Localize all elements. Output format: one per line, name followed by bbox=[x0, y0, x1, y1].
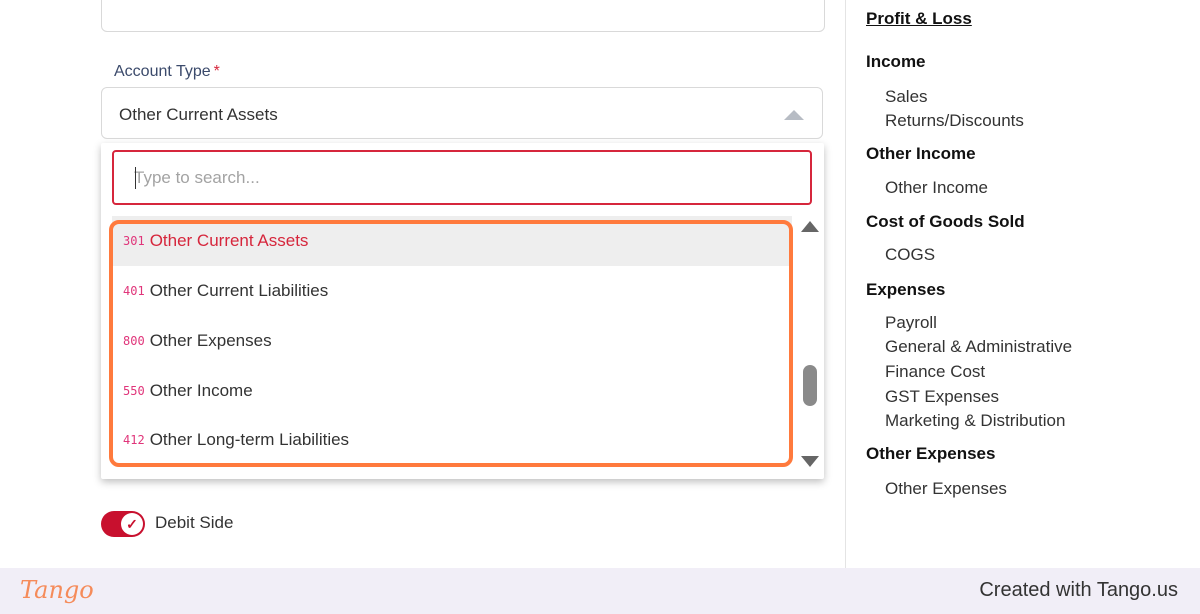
debit-side-label: Debit Side bbox=[155, 513, 234, 532]
section-item: Payroll bbox=[885, 313, 937, 332]
previous-field-input[interactable] bbox=[101, 0, 825, 32]
option-label: Other Long-term Liabilities bbox=[149, 430, 350, 449]
option-label: Other Income bbox=[149, 381, 253, 400]
text-cursor bbox=[135, 167, 136, 189]
account-type-dropdown: 301 Other Current Assets 401 Other Curre… bbox=[101, 143, 824, 479]
section-item: Marketing & Distribution bbox=[885, 411, 1066, 430]
section-item: General & Administrative bbox=[885, 337, 1073, 356]
footer-bar: Tango Created with Tango.us bbox=[0, 568, 1200, 614]
option-code: 412 bbox=[123, 433, 145, 447]
section-heading-other-income: Other Income bbox=[866, 144, 976, 163]
account-type-select[interactable]: Other Current Assets bbox=[101, 87, 823, 139]
section-heading-cogs: Cost of Goods Sold bbox=[866, 212, 1025, 231]
section-item: Other Expenses bbox=[885, 479, 1007, 498]
option-code: 800 bbox=[123, 334, 145, 348]
section-item: Returns/Discounts bbox=[885, 111, 1024, 130]
section-heading-other-expenses: Other Expenses bbox=[866, 444, 996, 463]
option-other-long-term-liabilities[interactable]: 412 Other Long-term Liabilities bbox=[112, 415, 792, 465]
account-type-label: Account Type * bbox=[114, 63, 220, 81]
required-marker: * bbox=[213, 63, 220, 80]
option-label: Other Expenses bbox=[149, 331, 272, 350]
section-heading-expenses: Expenses bbox=[866, 280, 946, 299]
scrollbar-thumb[interactable] bbox=[803, 365, 817, 406]
form-area: Account Type* Other Current Assets 301 O… bbox=[0, 0, 846, 568]
option-label: Other Current Assets bbox=[149, 231, 309, 250]
option-other-expenses[interactable]: 800 Other Expenses bbox=[112, 316, 792, 366]
created-with-text[interactable]: Created with Tango.us bbox=[979, 579, 1178, 602]
tango-logo[interactable]: Tango bbox=[20, 576, 94, 604]
panel-divider bbox=[845, 0, 846, 568]
account-type-label-text: Account Type bbox=[114, 63, 211, 80]
caret-up-icon[interactable] bbox=[784, 110, 804, 120]
account-type-selected-value: Other Current Assets bbox=[119, 105, 278, 124]
debit-side-toggle[interactable]: ✓ bbox=[101, 511, 145, 537]
option-other-current-assets[interactable]: 301 Other Current Assets bbox=[112, 216, 792, 266]
search-input[interactable] bbox=[134, 166, 794, 190]
option-code: 550 bbox=[123, 384, 145, 398]
section-item: Finance Cost bbox=[885, 362, 986, 381]
search-field[interactable] bbox=[112, 150, 812, 205]
scroll-up-arrow-icon[interactable] bbox=[801, 221, 819, 232]
scroll-down-arrow-icon[interactable] bbox=[801, 456, 819, 467]
section-item: COGS bbox=[885, 245, 936, 264]
checkmark-icon: ✓ bbox=[121, 513, 143, 535]
option-other-current-liabilities[interactable]: 401 Other Current Liabilities bbox=[112, 266, 792, 316]
option-other-income[interactable]: 550 Other Income bbox=[112, 366, 792, 416]
section-item: Other Income bbox=[885, 178, 988, 197]
option-code: 301 bbox=[123, 234, 145, 248]
profit-loss-title: Profit & Loss bbox=[866, 9, 972, 28]
section-item: Sales bbox=[885, 87, 928, 106]
section-item: GST Expenses bbox=[885, 387, 1000, 406]
option-label: Other Current Liabilities bbox=[149, 281, 329, 300]
options-list: 301 Other Current Assets 401 Other Curre… bbox=[112, 216, 792, 466]
option-code: 401 bbox=[123, 284, 145, 298]
section-heading-income: Income bbox=[866, 52, 926, 71]
